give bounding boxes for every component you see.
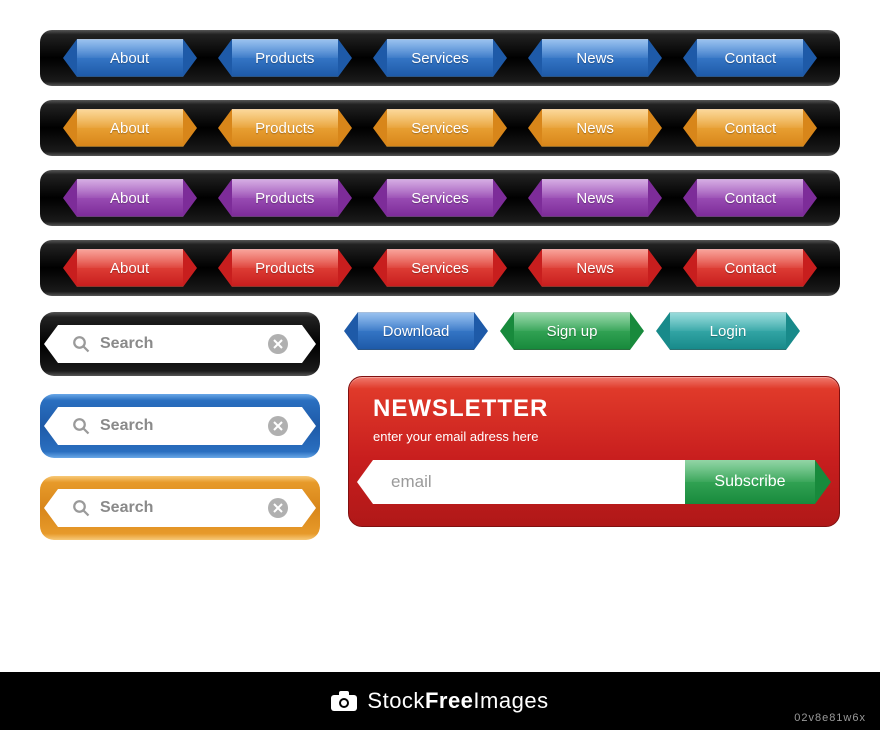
search-input[interactable]: Search: [58, 325, 302, 363]
email-placeholder: email: [391, 472, 432, 492]
nav-contact[interactable]: Contact: [697, 179, 803, 217]
nav-contact[interactable]: Contact: [697, 39, 803, 77]
clear-icon[interactable]: [268, 498, 288, 518]
nav-label: About: [110, 260, 149, 277]
button-label: Download: [383, 323, 450, 340]
nav-label: Products: [255, 260, 314, 277]
nav-label: Services: [411, 50, 469, 67]
clear-icon[interactable]: [268, 416, 288, 436]
nav-about[interactable]: About: [77, 249, 183, 287]
nav-label: News: [576, 260, 614, 277]
nav-label: Contact: [724, 260, 776, 277]
nav-products[interactable]: Products: [232, 39, 338, 77]
nav-label: Products: [255, 120, 314, 137]
nav-label: Contact: [724, 190, 776, 207]
download-button[interactable]: Download: [358, 312, 474, 350]
camera-icon: [331, 691, 357, 711]
nav-label: About: [110, 120, 149, 137]
nav-products[interactable]: Products: [232, 179, 338, 217]
nav-services[interactable]: Services: [387, 109, 493, 147]
search-box-blue: Search: [40, 394, 320, 458]
nav-label: About: [110, 50, 149, 67]
nav-about[interactable]: About: [77, 39, 183, 77]
nav-contact[interactable]: Contact: [697, 249, 803, 287]
navbar-red: About Products Services News Contact: [40, 240, 840, 296]
nav-label: About: [110, 190, 149, 207]
nav-label: News: [576, 120, 614, 137]
nav-label: Services: [411, 260, 469, 277]
nav-services[interactable]: Services: [387, 249, 493, 287]
nav-news[interactable]: News: [542, 109, 648, 147]
search-input[interactable]: Search: [58, 489, 302, 527]
nav-about[interactable]: About: [77, 109, 183, 147]
nav-label: News: [576, 50, 614, 67]
nav-label: Contact: [724, 50, 776, 67]
newsletter-subtitle: enter your email adress here: [373, 429, 815, 444]
nav-label: Services: [411, 120, 469, 137]
search-input[interactable]: Search: [58, 407, 302, 445]
nav-label: Products: [255, 50, 314, 67]
search-icon: [72, 417, 90, 435]
nav-news[interactable]: News: [542, 179, 648, 217]
button-label: Sign up: [547, 323, 598, 340]
nav-services[interactable]: Services: [387, 39, 493, 77]
nav-label: News: [576, 190, 614, 207]
nav-label: Services: [411, 190, 469, 207]
search-box-orange: Search: [40, 476, 320, 540]
nav-label: Contact: [724, 120, 776, 137]
subscribe-button[interactable]: Subscribe: [685, 460, 815, 504]
search-icon: [72, 499, 90, 517]
nav-products[interactable]: Products: [232, 109, 338, 147]
nav-services[interactable]: Services: [387, 179, 493, 217]
email-field[interactable]: email: [373, 460, 685, 504]
newsletter-title: NEWSLETTER: [373, 395, 815, 423]
clear-icon[interactable]: [268, 334, 288, 354]
search-icon: [72, 335, 90, 353]
nav-news[interactable]: News: [542, 249, 648, 287]
search-placeholder: Search: [100, 499, 258, 517]
signup-button[interactable]: Sign up: [514, 312, 630, 350]
login-button[interactable]: Login: [670, 312, 786, 350]
nav-label: Products: [255, 190, 314, 207]
nav-contact[interactable]: Contact: [697, 109, 803, 147]
nav-products[interactable]: Products: [232, 249, 338, 287]
newsletter-panel: NEWSLETTER enter your email adress here …: [348, 376, 840, 527]
nav-about[interactable]: About: [77, 179, 183, 217]
search-placeholder: Search: [100, 417, 258, 435]
navbar-blue: About Products Services News Contact: [40, 30, 840, 86]
watermark-footer: StockFreeImages 02v8e81w6x: [0, 672, 880, 730]
navbar-orange: About Products Services News Contact: [40, 100, 840, 156]
navbar-purple: About Products Services News Contact: [40, 170, 840, 226]
image-id: 02v8e81w6x: [794, 712, 866, 724]
button-label: Login: [710, 323, 747, 340]
nav-news[interactable]: News: [542, 39, 648, 77]
search-placeholder: Search: [100, 335, 258, 353]
brand-logo: StockFreeImages: [367, 688, 548, 714]
search-box-black: Search: [40, 312, 320, 376]
